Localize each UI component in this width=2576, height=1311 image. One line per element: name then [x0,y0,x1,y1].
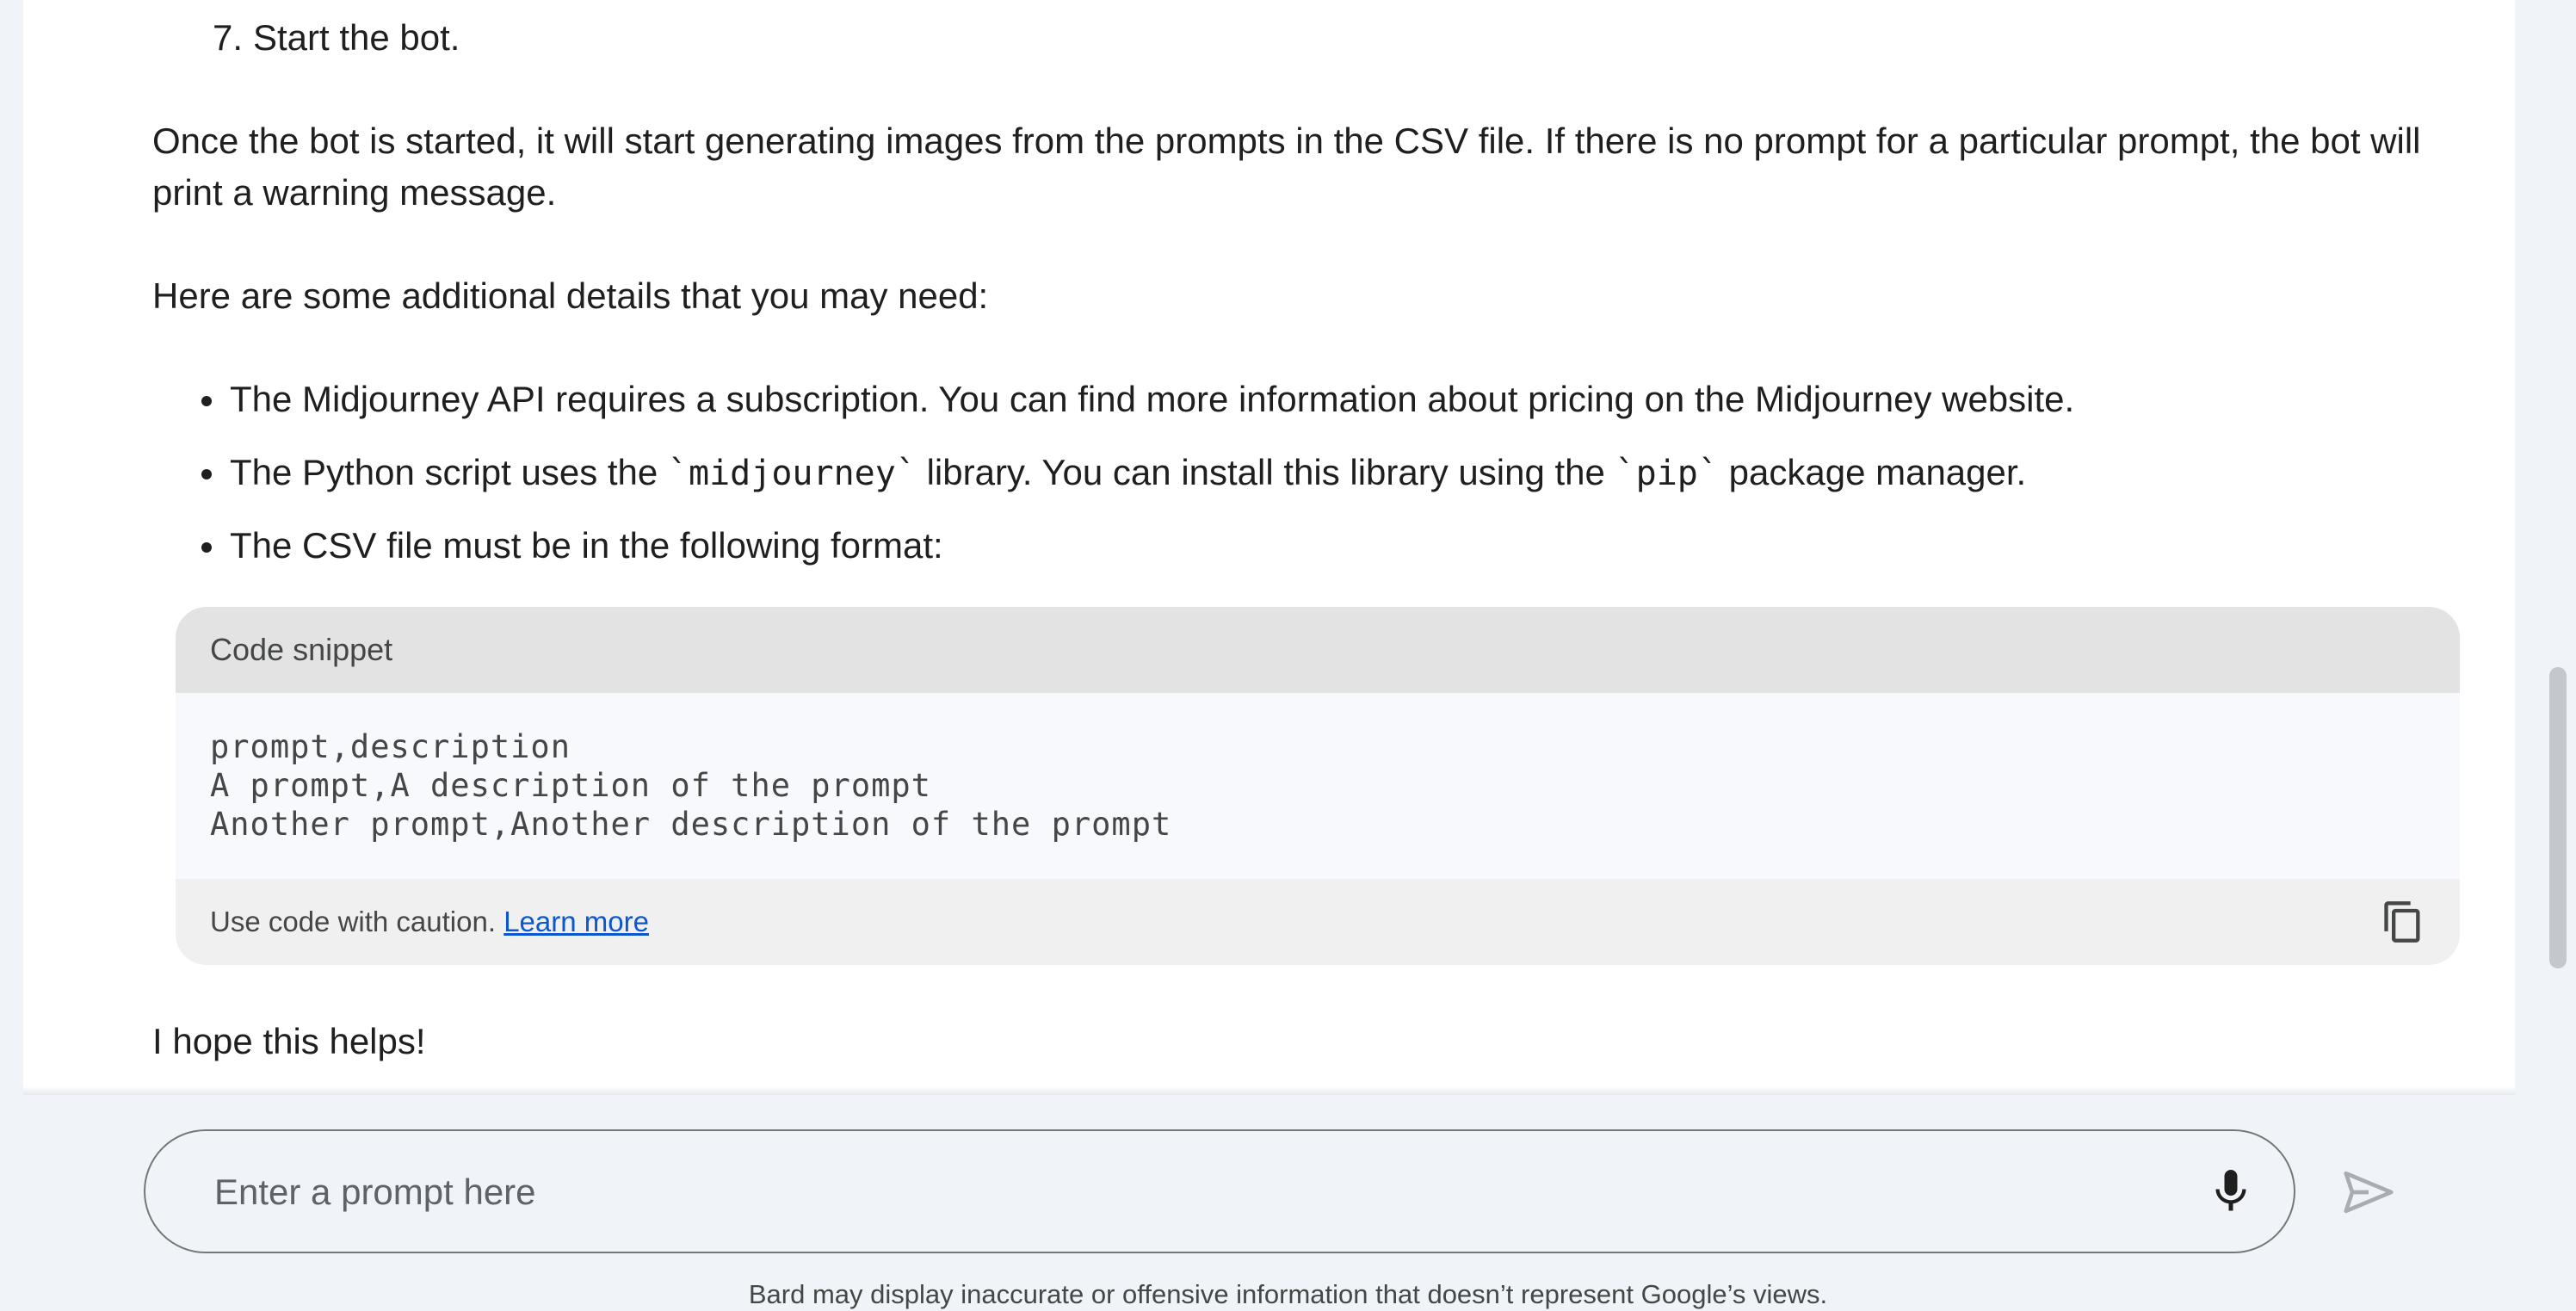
bullet-text: The Python script uses the [230,452,668,492]
code-snippet-block: Code snippet prompt,description A prompt,… [176,607,2460,965]
response-paragraph: Here are some additional details that yo… [152,275,989,316]
mic-icon[interactable] [2205,1166,2257,1217]
bullet-item-csv-format: The CSV file must be in the following fo… [152,520,2442,572]
bullet-text: The Midjourney API requires a subscripti… [230,379,2075,419]
code-snippet-body: prompt,description A prompt,A description… [210,727,1171,844]
code-snippet-footer: Use code with caution. Learn more [176,879,2460,965]
bullet-item-library: The Python script uses the `midjourney` … [152,447,2442,498]
list-item-step-7: 7. Start the bot. [152,12,1013,64]
prompt-input[interactable] [213,1131,2153,1253]
disclaimer-text: Bard may display inaccurate or offensive… [748,1279,1828,1309]
code-snippet-header: Code snippet [176,607,2460,693]
details-bullet-list: The Midjourney API requires a subscripti… [152,374,2442,593]
bullet-text: library. You can install this library us… [916,452,1615,492]
closing-text: I hope this helps! [152,1021,426,1061]
step-number: 7. [213,17,244,58]
inline-code-pip: `pip` [1615,454,1719,493]
caution-text: Use code with caution. [210,906,504,937]
bullet-text: package manager. [1718,452,2027,492]
bullet-text: The CSV file must be in the following fo… [230,525,943,566]
scrollbar-thumb[interactable] [2549,667,2567,968]
code-line: Another prompt,Another description of th… [210,806,1172,843]
learn-more-link[interactable]: Learn more [503,906,649,937]
bullet-dot [201,469,212,479]
code-line: A prompt,A description of the prompt [210,767,931,804]
bullet-item-subscription: The Midjourney API requires a subscripti… [152,374,2442,425]
bullet-dot [201,542,212,553]
step-text: Start the bot. [253,17,460,58]
send-icon[interactable] [2338,1162,2399,1222]
bullet-dot [201,396,212,406]
inline-code-midjourney: `midjourney` [667,454,917,493]
prompt-input-container [144,1129,2295,1253]
bard-chat-page: 7. Start the bot. Once the bot is starte… [0,0,2576,1311]
chat-response-panel: 7. Start the bot. Once the bot is starte… [23,0,2515,1093]
code-line: prompt,description [210,728,571,765]
response-paragraph: Once the bot is started, it will start g… [152,121,2421,213]
panel-divider [23,1086,2515,1095]
copy-icon[interactable] [2381,900,2425,944]
